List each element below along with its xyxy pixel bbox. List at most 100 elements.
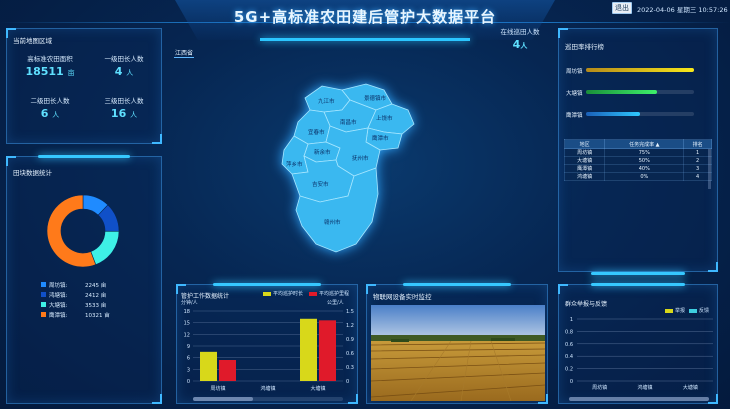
rank-bar-fill bbox=[586, 68, 694, 72]
province-map[interactable]: 九江市 景德镇市 南昌市 上饶市 宜春市 鹰潭市 新余市 萍乡市 抚州市 吉安市… bbox=[280, 76, 420, 256]
bar[interactable] bbox=[300, 318, 317, 381]
category-label: 周坊镇 bbox=[592, 384, 607, 391]
legend-swatch bbox=[41, 292, 46, 297]
left-tick-label: 12 bbox=[184, 332, 190, 338]
city-label: 吉安市 bbox=[312, 180, 329, 188]
right-tick-label: 0.3 bbox=[346, 365, 354, 371]
city-label: 南昌市 bbox=[340, 118, 357, 126]
map-region-pingxiang bbox=[281, 135, 309, 175]
city-label: 宜春市 bbox=[308, 128, 325, 136]
iot-title: 物联网设备实时监控 bbox=[373, 293, 432, 301]
rank-bar-fill bbox=[586, 90, 658, 94]
table-header-row: 地区 任务完成率 ▲ 排名 bbox=[563, 139, 712, 149]
stat-label: 高标准农田面积 bbox=[27, 55, 73, 63]
rank-bar-fill bbox=[586, 112, 640, 116]
legend-row: 鹰潭镇: 10321 亩 bbox=[41, 311, 151, 319]
chart-scroll-track[interactable] bbox=[193, 397, 343, 401]
city-label: 抚州市 bbox=[352, 154, 369, 162]
stat-label: 一级田长人数 bbox=[104, 55, 144, 63]
online-value: 4人 bbox=[512, 38, 528, 51]
table-scrollbar[interactable] bbox=[708, 149, 711, 189]
city-label: 景德镇市 bbox=[364, 94, 387, 102]
rank-track bbox=[586, 68, 694, 72]
iot-panel: 物联网设备实时监控 bbox=[366, 283, 548, 404]
rank-track bbox=[586, 90, 694, 94]
legend-swatch bbox=[41, 302, 46, 307]
exit-button[interactable]: 退出 bbox=[612, 2, 632, 14]
donut-slice[interactable] bbox=[90, 230, 120, 266]
category-label: 大塘镇 bbox=[683, 384, 698, 391]
stat-label: 三级田长人数 bbox=[104, 97, 144, 105]
tick-label: 1 bbox=[570, 317, 573, 323]
category-label: 鸿塘镇 bbox=[637, 384, 652, 391]
tick-label: 0.4 bbox=[565, 354, 573, 360]
right-tick-label: 0.9 bbox=[346, 337, 354, 343]
left-tick-label: 6 bbox=[187, 356, 190, 362]
tick-label: 0 bbox=[570, 379, 573, 385]
left-tick-label: 9 bbox=[187, 344, 190, 350]
iot-camera-feed[interactable] bbox=[371, 305, 545, 401]
col-header-region: 地区 bbox=[563, 139, 606, 149]
tick-label: 0.8 bbox=[565, 329, 573, 335]
left-tick-label: 3 bbox=[187, 367, 190, 373]
stat-value-area: 18511 亩 bbox=[25, 65, 75, 78]
patrol-rank-panel: 巡田率排行榜 周坊镇 大塘镇 鹰潭镇 地区 任务完成率 ▲ 排名 周坊镇 75% 1… bbox=[558, 28, 718, 275]
map-breadcrumb[interactable]: 江西省 bbox=[174, 48, 195, 58]
page-title: 5G+高标准农田建后管护大数据平台 bbox=[233, 8, 497, 26]
region-panel: 当前地图区域 高标准农田面积 18511 亩 一级田长人数 4 人 二级田长人数… bbox=[6, 28, 162, 144]
bar[interactable] bbox=[219, 360, 236, 381]
feedback-bar-chart: 1 0.8 0.6 0.4 0.2 0 周坊镇 鸿塘镇 大塘镇 bbox=[565, 317, 713, 391]
feedback-panel: 群众举报与反馈 举报 反馈 1 0.8 0.6 0.4 0.2 0 周坊镇 鸿塘镇 大塘镇 bbox=[558, 283, 718, 404]
rank-label: 大塘镇 bbox=[566, 91, 583, 97]
table-row[interactable]: 周坊镇 75% 1 bbox=[563, 148, 712, 157]
patrol-rank-table: 地区 任务完成率 ▲ 排名 周坊镇 75% 1 大塘镇 50% 2 鹰潭镇 40% 3 鸿塘… bbox=[563, 139, 712, 181]
legend-row: 大塘镇: 3533 亩 bbox=[41, 301, 151, 309]
region-panel-title: 当前地图区域 bbox=[13, 37, 52, 45]
rank-label: 鹰潭镇 bbox=[566, 113, 583, 119]
stat-value-level1: 4 人 bbox=[114, 65, 134, 78]
legend-swatch bbox=[41, 282, 46, 287]
chart-scroll-thumb[interactable] bbox=[193, 397, 253, 401]
legend-row: 鸿塘镇: 2412 亩 bbox=[41, 291, 151, 299]
left-tick-label: 0 bbox=[187, 379, 190, 385]
city-label: 赣州市 bbox=[324, 218, 341, 226]
city-label: 鹰潭市 bbox=[372, 134, 389, 142]
plot-panel: 田块数据统计 周坊镇: 2245 亩 鸿塘镇: 2412 亩 大塘镇: 3533 亩 … bbox=[6, 155, 162, 404]
stat-value-level3: 16 人 bbox=[110, 107, 138, 120]
table-row[interactable]: 鸿塘镇 0% 4 bbox=[563, 172, 712, 181]
header-glow bbox=[260, 38, 470, 41]
right-tick-label: 1.2 bbox=[346, 323, 354, 329]
online-label: 在线巡田人数 bbox=[500, 28, 540, 36]
table-row[interactable]: 大塘镇 50% 2 bbox=[563, 156, 712, 165]
chart-scroll-thumb[interactable] bbox=[569, 397, 709, 401]
left-tick-label: 15 bbox=[184, 321, 190, 327]
col-header-rank: 排名 bbox=[683, 139, 712, 149]
rank-track bbox=[586, 112, 694, 116]
care-chart-panel: 管护工作数据统计 平均巡护时长 平均巡护里程 分钟/人 公里/人 18 15 12 9… bbox=[176, 283, 358, 404]
stat-value-level2: 6 人 bbox=[40, 107, 60, 120]
panel-glow bbox=[590, 272, 686, 275]
category-label: 周坊镇 bbox=[210, 385, 225, 392]
care-bar-chart: 18 15 12 9 6 3 0 1.5 1.2 0.9 0.6 0.3 0 周坊镇 鸿塘镇 大塘镇 bbox=[184, 309, 354, 392]
panel-glow bbox=[403, 283, 511, 286]
patrol-rank-title: 巡田率排行榜 bbox=[565, 43, 604, 51]
bar[interactable] bbox=[319, 320, 336, 381]
city-label: 萍乡市 bbox=[286, 160, 303, 168]
tick-label: 0.2 bbox=[565, 367, 573, 373]
bar[interactable] bbox=[200, 351, 217, 381]
category-label: 鸿塘镇 bbox=[260, 385, 275, 392]
plot-panel-title: 田块数据统计 bbox=[13, 169, 52, 177]
city-label: 九江市 bbox=[318, 97, 335, 105]
legend-row: 周坊镇: 2245 亩 bbox=[41, 281, 151, 289]
col-header-completion[interactable]: 任务完成率 ▲ bbox=[604, 139, 685, 149]
panel-glow bbox=[37, 155, 131, 158]
right-tick-label: 0.6 bbox=[346, 351, 354, 357]
stat-label: 二级田长人数 bbox=[30, 97, 70, 105]
rank-label: 周坊镇 bbox=[566, 69, 583, 75]
legend-swatch bbox=[41, 312, 46, 317]
tick-label: 0.6 bbox=[565, 342, 573, 348]
chart-scroll-track[interactable] bbox=[569, 397, 709, 401]
left-tick-label: 18 bbox=[184, 309, 190, 315]
table-row[interactable]: 鹰潭镇 40% 3 bbox=[563, 164, 712, 173]
city-label: 上饶市 bbox=[376, 114, 393, 122]
